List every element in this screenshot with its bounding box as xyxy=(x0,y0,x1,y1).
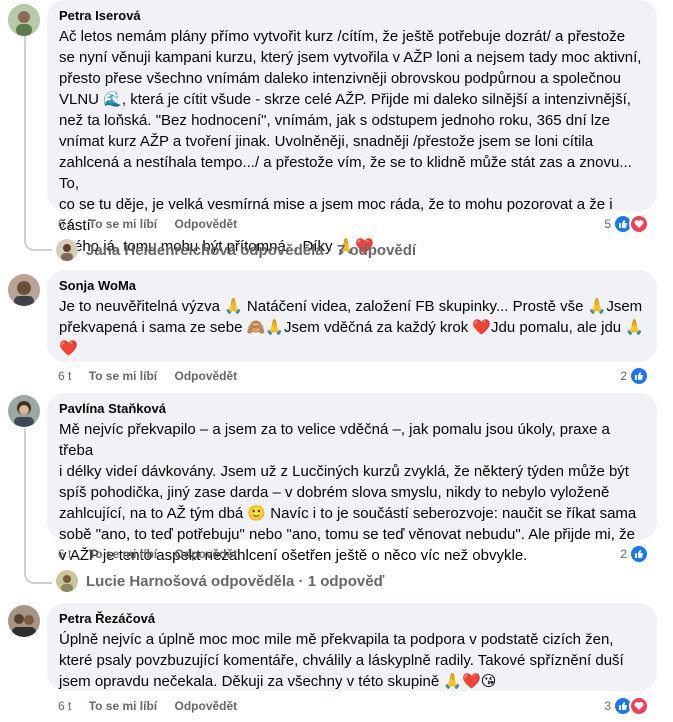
like-button[interactable]: To se mi líbí xyxy=(89,369,157,383)
reaction-count: 5 xyxy=(604,217,611,231)
comment-time[interactable]: 6 t xyxy=(58,369,71,383)
comment-line: Úplně nejvíc a úplně moc moc mile mě pře… xyxy=(59,631,614,648)
comment-text: Je to neuvěřitelná výzva 🙏 Natáčení vide… xyxy=(59,296,645,359)
avatar[interactable] xyxy=(8,395,40,427)
thread-line xyxy=(24,428,26,568)
comment-bubble: Pavlína Staňková Mě nejvíc překvapilo – … xyxy=(47,393,657,564)
replies-summary: Lucie Harnošová odpověděla · 1 odpověď xyxy=(86,572,385,590)
thread-connector xyxy=(24,235,52,251)
comment-line: překvapená i sama ze sebe 🙈🙏Jsem vděčná … xyxy=(59,319,644,336)
reactions[interactable]: 2 xyxy=(620,544,649,564)
comment-text: Úplně nejvíc a úplně moc moc mile mě pře… xyxy=(59,629,645,692)
comment-time[interactable]: 6 t xyxy=(58,699,71,713)
avatar[interactable] xyxy=(8,4,40,36)
comment-time[interactable]: 6 t xyxy=(58,547,71,561)
reply-button[interactable]: Odpovědět xyxy=(175,369,238,383)
comment-meta: 6 t To se mi líbí Odpovědět xyxy=(58,368,251,384)
comment-line: Mě nejvíc překvapilo – a jsem za to veli… xyxy=(59,421,610,459)
comment-meta: 6 t To se mi líbí Odpovědět xyxy=(58,216,251,232)
comment-author[interactable]: Petra Řezáčová xyxy=(59,611,645,627)
comment-line: se nyní věnuji kampani kurzu, který jsem… xyxy=(59,49,642,66)
comment-author[interactable]: Pavlína Staňková xyxy=(59,401,645,417)
comment-line: přesto přese všechno vnímám daleko inten… xyxy=(59,70,622,87)
comment-line: VLNU 🌊, která je cítit všude - skrze cel… xyxy=(59,91,631,108)
view-replies-link[interactable]: Jana Heidenreichová odpověděla · 7 odpov… xyxy=(56,238,416,262)
comment-line: ❤️ xyxy=(59,340,78,357)
like-button[interactable]: To se mi líbí xyxy=(89,547,157,561)
comment-time[interactable]: 6 t xyxy=(58,217,71,231)
avatar xyxy=(56,239,78,261)
reactions[interactable]: 5 xyxy=(604,214,649,234)
reply-button[interactable]: Odpovědět xyxy=(175,547,238,561)
like-button[interactable]: To se mi líbí xyxy=(89,217,157,231)
avatar[interactable] xyxy=(8,605,40,637)
comment-bubble: Petra Iserová Ač letos nemám plány přímo… xyxy=(47,0,657,255)
reaction-count: 3 xyxy=(604,699,611,713)
comment-bubble: Petra Řezáčová Úplně nejvíc a úplně moc … xyxy=(47,603,657,691)
love-reaction-icon xyxy=(629,214,649,234)
comment-author[interactable]: Sonja WoMa xyxy=(59,278,645,294)
comment-line: jsem opravdu nečekala. Děkuji za všechny… xyxy=(59,673,497,690)
reply-button[interactable]: Odpovědět xyxy=(175,699,238,713)
comment-meta: 6 t To se mi líbí Odpovědět xyxy=(58,698,251,714)
comment-author[interactable]: Petra Iserová xyxy=(59,8,645,24)
view-replies-link[interactable]: Lucie Harnošová odpověděla · 1 odpověď xyxy=(56,569,384,593)
like-reaction-icon xyxy=(629,544,649,564)
avatar[interactable] xyxy=(8,274,40,306)
comment-line: Ač letos nemám plány přímo vytvořit kurz… xyxy=(59,28,626,45)
replies-summary: Jana Heidenreichová odpověděla · 7 odpov… xyxy=(86,241,417,259)
comment-line: vnímat kurz AŽP a tvoření jinak. Uvolněn… xyxy=(59,133,594,150)
avatar xyxy=(56,570,78,592)
reaction-count: 2 xyxy=(620,547,627,561)
comment-meta: 6 t To se mi líbí Odpovědět xyxy=(58,546,251,562)
comment-line: než ta loňská. "Bez hodnocení", vnímám, … xyxy=(59,112,610,129)
comment-line: i délky videí dávkovány. Jsem už z Lucči… xyxy=(59,463,629,480)
comment-bubble: Sonja WoMa Je to neuvěřitelná výzva 🙏 Na… xyxy=(47,270,657,362)
reactions[interactable]: 3 xyxy=(604,696,649,716)
comment-line: které psaly povzbuzující komentáře, chvá… xyxy=(59,652,624,669)
reply-button[interactable]: Odpovědět xyxy=(175,217,238,231)
reaction-count: 2 xyxy=(620,369,627,383)
like-button[interactable]: To se mi líbí xyxy=(89,699,157,713)
comment-line: Je to neuvěřitelná výzva 🙏 Natáčení vide… xyxy=(59,298,643,315)
comment-line: spíš pohodička, jiný zase darda – v dobr… xyxy=(59,484,610,501)
thread-connector xyxy=(24,568,52,584)
like-reaction-icon xyxy=(629,366,649,386)
thread-line xyxy=(24,36,26,238)
love-reaction-icon xyxy=(629,696,649,716)
reactions[interactable]: 2 xyxy=(620,366,649,386)
comment-line: sobě "ano, to teď potřebuju" nebo "ano, … xyxy=(59,526,635,543)
comment-line: zahlcující, na to AŽ tým dbá 🙂 Navíc i t… xyxy=(59,505,637,522)
comment-line: zahlcená a nestíhala tempo.../ a přestož… xyxy=(59,154,632,192)
comment-text: Mě nejvíc překvapilo – a jsem za to veli… xyxy=(59,419,645,566)
